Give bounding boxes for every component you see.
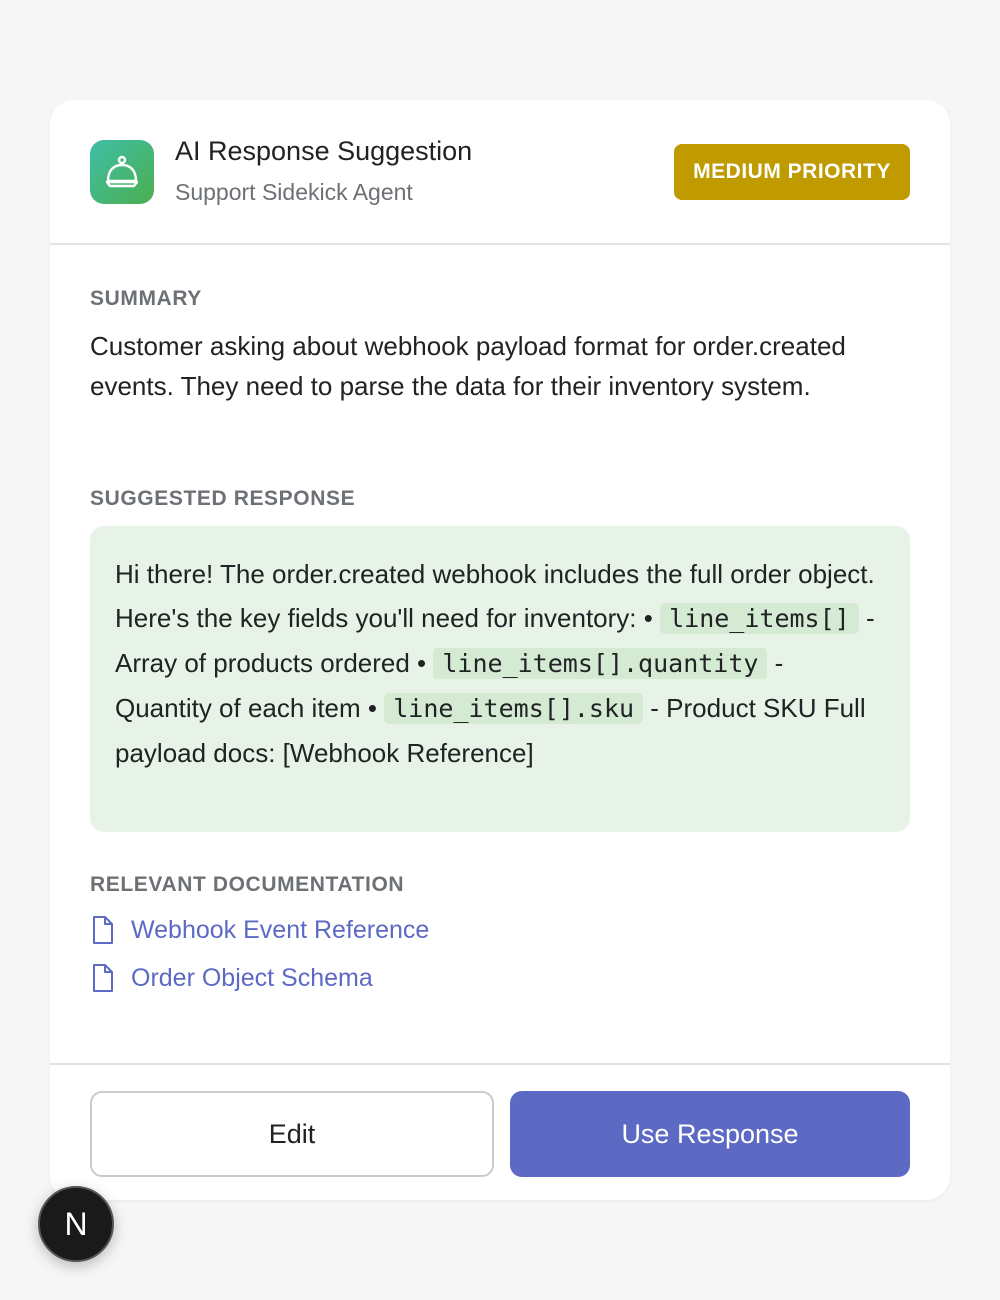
- suggested-response-label: SUGGESTED RESPONSE: [90, 487, 356, 510]
- doc-link-order-object-schema[interactable]: Order Object Schema: [90, 963, 373, 993]
- doc-link-label: Order Object Schema: [131, 963, 373, 992]
- card-title: AI Response Suggestion: [175, 136, 473, 166]
- summary-label: SUMMARY: [90, 287, 202, 310]
- bot-icon: [90, 140, 154, 204]
- doc-link-webhook-event-reference[interactable]: Webhook Event Reference: [90, 915, 429, 945]
- card-footer: Edit Use Response: [50, 1063, 950, 1200]
- priority-badge: MEDIUM PRIORITY: [674, 144, 910, 200]
- relevant-docs-label: RELEVANT DOCUMENTATION: [90, 873, 405, 896]
- dev-tools-badge[interactable]: N: [38, 1186, 114, 1262]
- edit-button[interactable]: Edit: [90, 1091, 494, 1177]
- suggested-response-box[interactable]: Hi there! The order.created webhook incl…: [90, 526, 910, 832]
- card-header: AI Response Suggestion Support Sidekick …: [50, 100, 950, 245]
- code-line-items-sku: line_items[].sku: [384, 693, 644, 724]
- code-line-items: line_items[]: [660, 603, 859, 634]
- response-suggestion-card: AI Response Suggestion Support Sidekick …: [50, 100, 950, 1200]
- use-response-button[interactable]: Use Response: [510, 1091, 910, 1177]
- summary-text: Customer asking about webhook payload fo…: [90, 331, 846, 401]
- document-icon: [90, 915, 116, 945]
- card-subtitle: Support Sidekick Agent: [175, 179, 413, 205]
- document-icon: [90, 963, 116, 993]
- code-line-items-quantity: line_items[].quantity: [433, 648, 768, 679]
- doc-link-label: Webhook Event Reference: [131, 915, 430, 944]
